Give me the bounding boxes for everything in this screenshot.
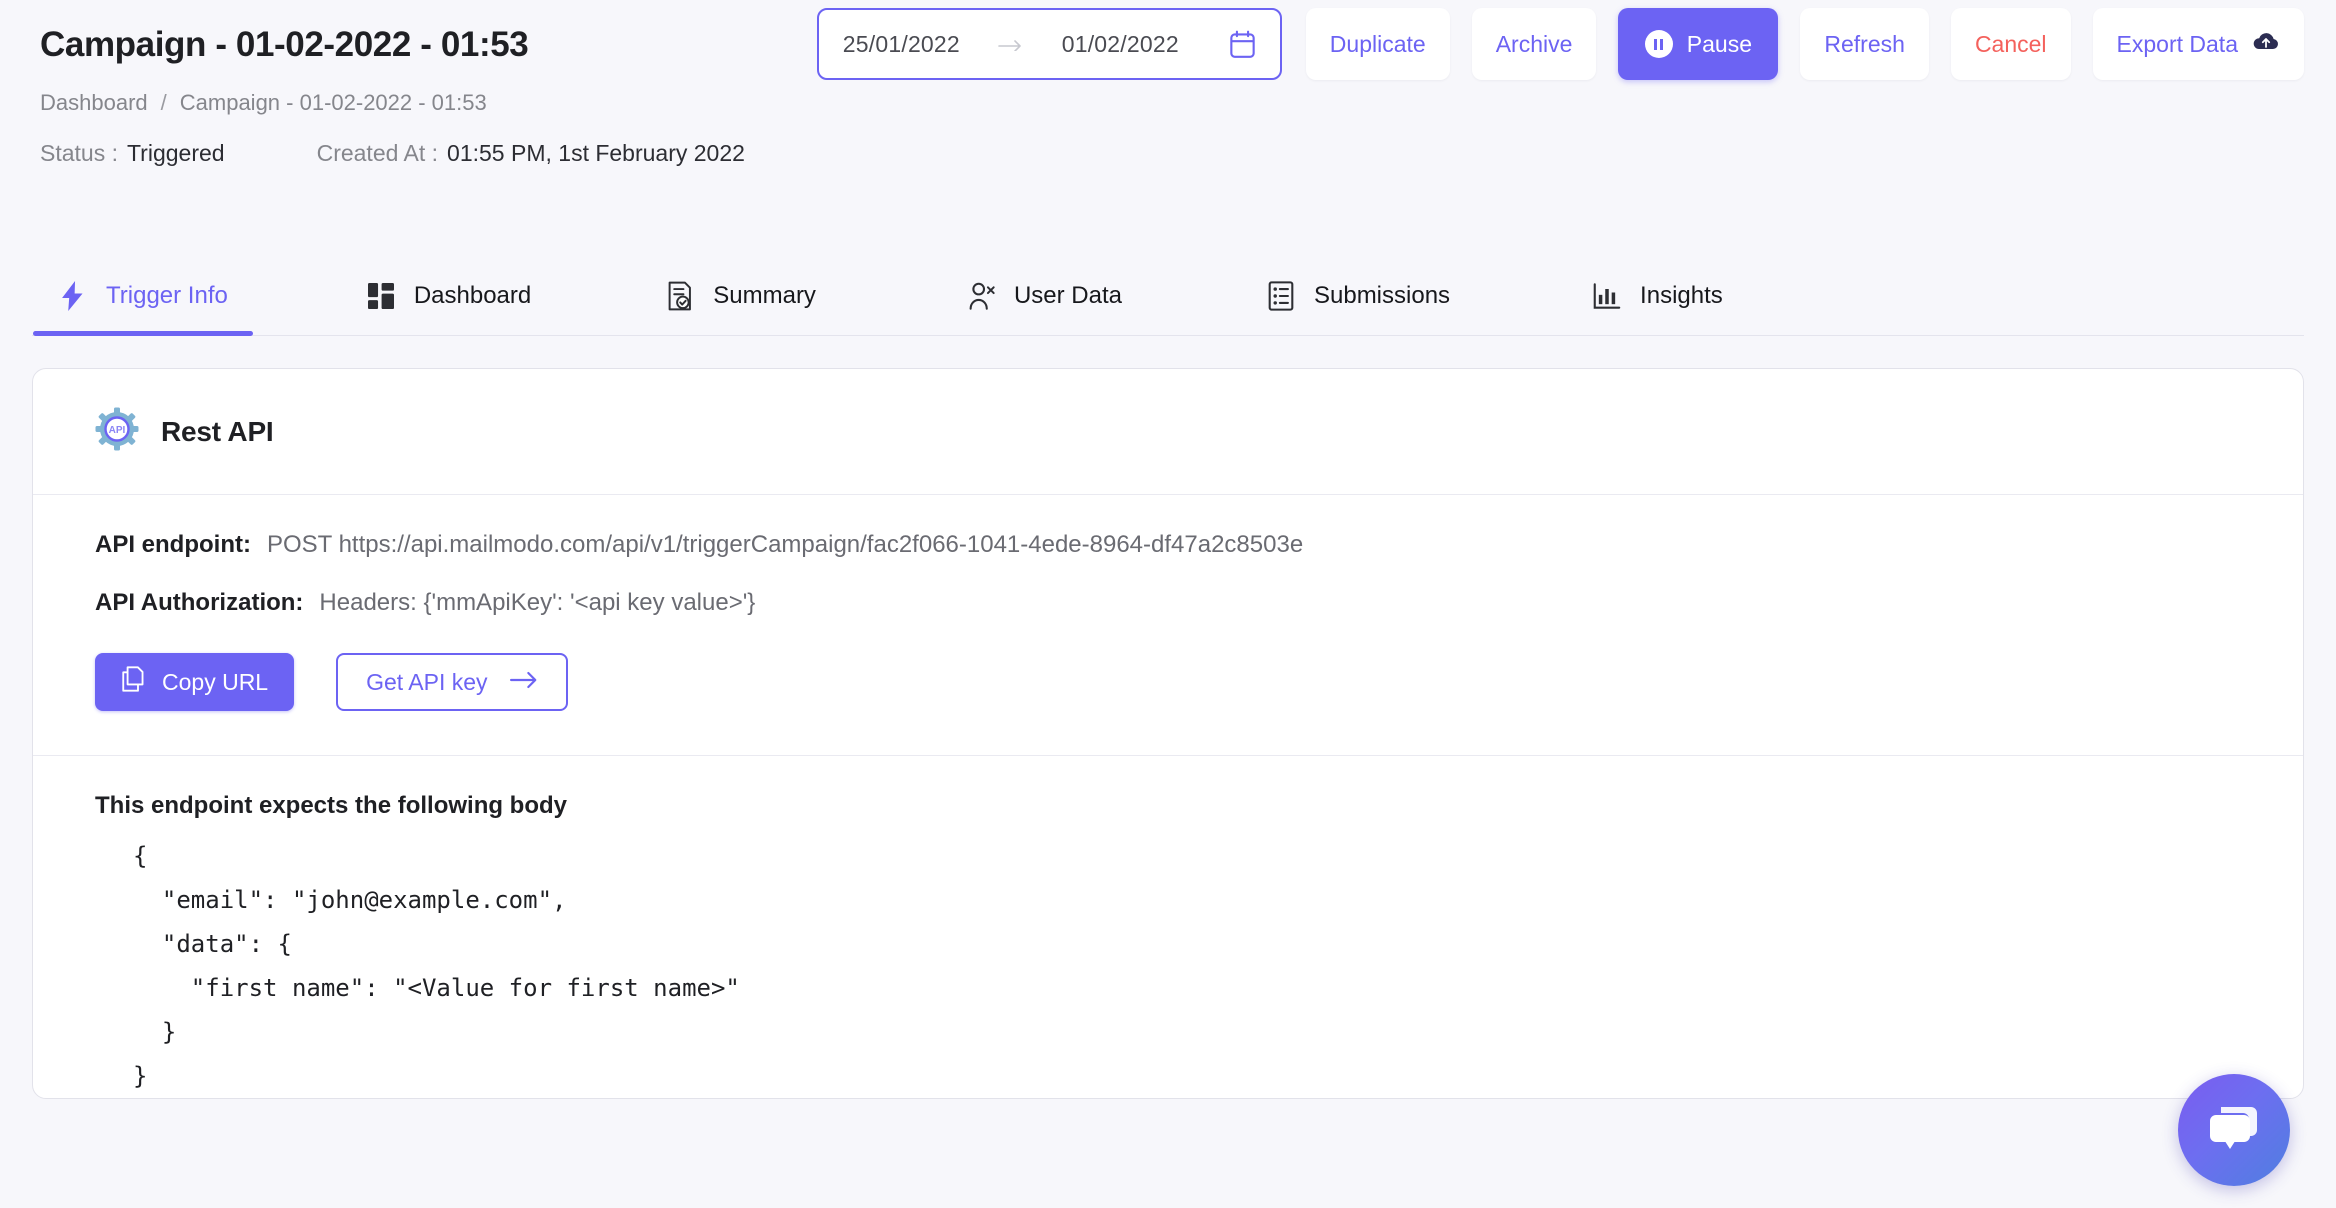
tab-summary-label: Summary [713, 282, 816, 309]
api-details-section: API endpoint: POST https://api.mailmodo.… [33, 495, 2303, 756]
breadcrumb: Dashboard / Campaign - 01-02-2022 - 01:5… [40, 90, 2296, 116]
bolt-icon [58, 281, 88, 311]
duplicate-button[interactable]: Duplicate [1305, 8, 1450, 80]
rest-api-card: API Rest API API endpoint: POST https://… [32, 368, 2304, 1099]
api-authorization-label: API Authorization: [95, 589, 304, 616]
get-api-key-label: Get API key [366, 668, 488, 695]
cloud-upload-icon [2252, 30, 2280, 58]
api-endpoint-row: API endpoint: POST https://api.mailmodo.… [95, 531, 2241, 559]
tab-summary[interactable]: Summary [665, 258, 816, 334]
tab-submissions[interactable]: Submissions [1266, 258, 1450, 334]
chat-bubble-icon [2205, 1102, 2263, 1159]
tab-insights[interactable]: Insights [1592, 258, 1723, 334]
tab-trigger-info-label: Trigger Info [106, 282, 228, 309]
date-range-arrow-icon [998, 30, 1024, 58]
cancel-button[interactable]: Cancel [1950, 8, 2071, 80]
tab-submissions-label: Submissions [1313, 282, 1451, 309]
user-icon [966, 281, 996, 311]
export-data-label: Export Data [2116, 30, 2238, 57]
created-at-label: Created At : [316, 140, 439, 167]
tab-dashboard-label: Dashboard [413, 282, 532, 309]
arrow-right-icon [509, 669, 538, 696]
bar-chart-icon [1592, 281, 1622, 311]
tab-user-data-label: User Data [1013, 282, 1122, 309]
page-header: Campaign - 01-02-2022 - 01:53 Dashboard … [0, 0, 2336, 258]
copy-url-button[interactable]: Copy URL [95, 653, 295, 711]
copy-url-label: Copy URL [162, 668, 269, 695]
svg-text:API: API [109, 425, 126, 436]
list-icon [1266, 281, 1296, 311]
meta-row: Status : Triggered Created At : 01:55 PM… [40, 140, 2296, 168]
breadcrumb-current: Campaign - 01-02-2022 - 01:53 [179, 90, 487, 115]
chat-widget-button[interactable] [2178, 1074, 2290, 1186]
tab-user-data[interactable]: User Data [966, 258, 1122, 334]
date-range-start[interactable]: 25/01/2022 [843, 31, 960, 58]
app-root: Campaign - 01-02-2022 - 01:53 Dashboard … [0, 0, 2336, 1208]
tab-insights-label: Insights [1640, 282, 1723, 309]
tab-trigger-info[interactable]: Trigger Info [33, 258, 253, 336]
request-body-title: This endpoint expects the following body [95, 792, 568, 819]
archive-button[interactable]: Archive [1471, 8, 1597, 80]
tab-dashboard[interactable]: Dashboard [366, 258, 531, 334]
api-gear-icon: API [95, 407, 139, 456]
request-body-code: { "email": "john@example.com", "data": {… [133, 842, 740, 1090]
header-toolbar: 25/01/2022 01/02/2022 Duplicate Archive [816, 8, 2304, 80]
rest-api-card-title: Rest API [161, 415, 274, 447]
calendar-icon[interactable] [1229, 30, 1256, 59]
api-authorization-value: Headers: {'mmApiKey': '<api key value>'} [319, 589, 756, 616]
created-at-value: 01:55 PM, 1st February 2022 [447, 140, 745, 167]
refresh-button[interactable]: Refresh [1800, 8, 1929, 80]
date-range-end[interactable]: 01/02/2022 [1062, 31, 1179, 58]
pause-button[interactable]: Pause [1618, 8, 1779, 80]
status-badge: Triggered [126, 140, 225, 167]
api-endpoint-value: POST https://api.mailmodo.com/api/v1/tri… [266, 531, 1304, 558]
request-body-section: This endpoint expects the following body… [33, 756, 2303, 1098]
export-data-button[interactable]: Export Data [2092, 8, 2304, 80]
date-range-picker[interactable]: 25/01/2022 01/02/2022 [816, 8, 1282, 80]
copy-icon [121, 666, 145, 698]
pause-icon [1644, 30, 1673, 58]
rest-api-card-header: API Rest API [33, 369, 2303, 495]
status-label: Status : [40, 140, 118, 167]
grid-icon [366, 281, 396, 311]
document-check-icon [665, 281, 695, 311]
tab-bar: Trigger Info Dashboard Summary User Data… [32, 258, 2304, 336]
get-api-key-button[interactable]: Get API key [336, 653, 568, 711]
breadcrumb-dashboard[interactable]: Dashboard [40, 90, 148, 116]
breadcrumb-separator: / [160, 90, 167, 115]
pause-button-label: Pause [1686, 30, 1752, 57]
api-authorization-row: API Authorization: Headers: {'mmApiKey':… [95, 589, 2241, 617]
api-endpoint-label: API endpoint: [95, 531, 251, 558]
api-action-buttons: Copy URL Get API key [95, 653, 2241, 711]
